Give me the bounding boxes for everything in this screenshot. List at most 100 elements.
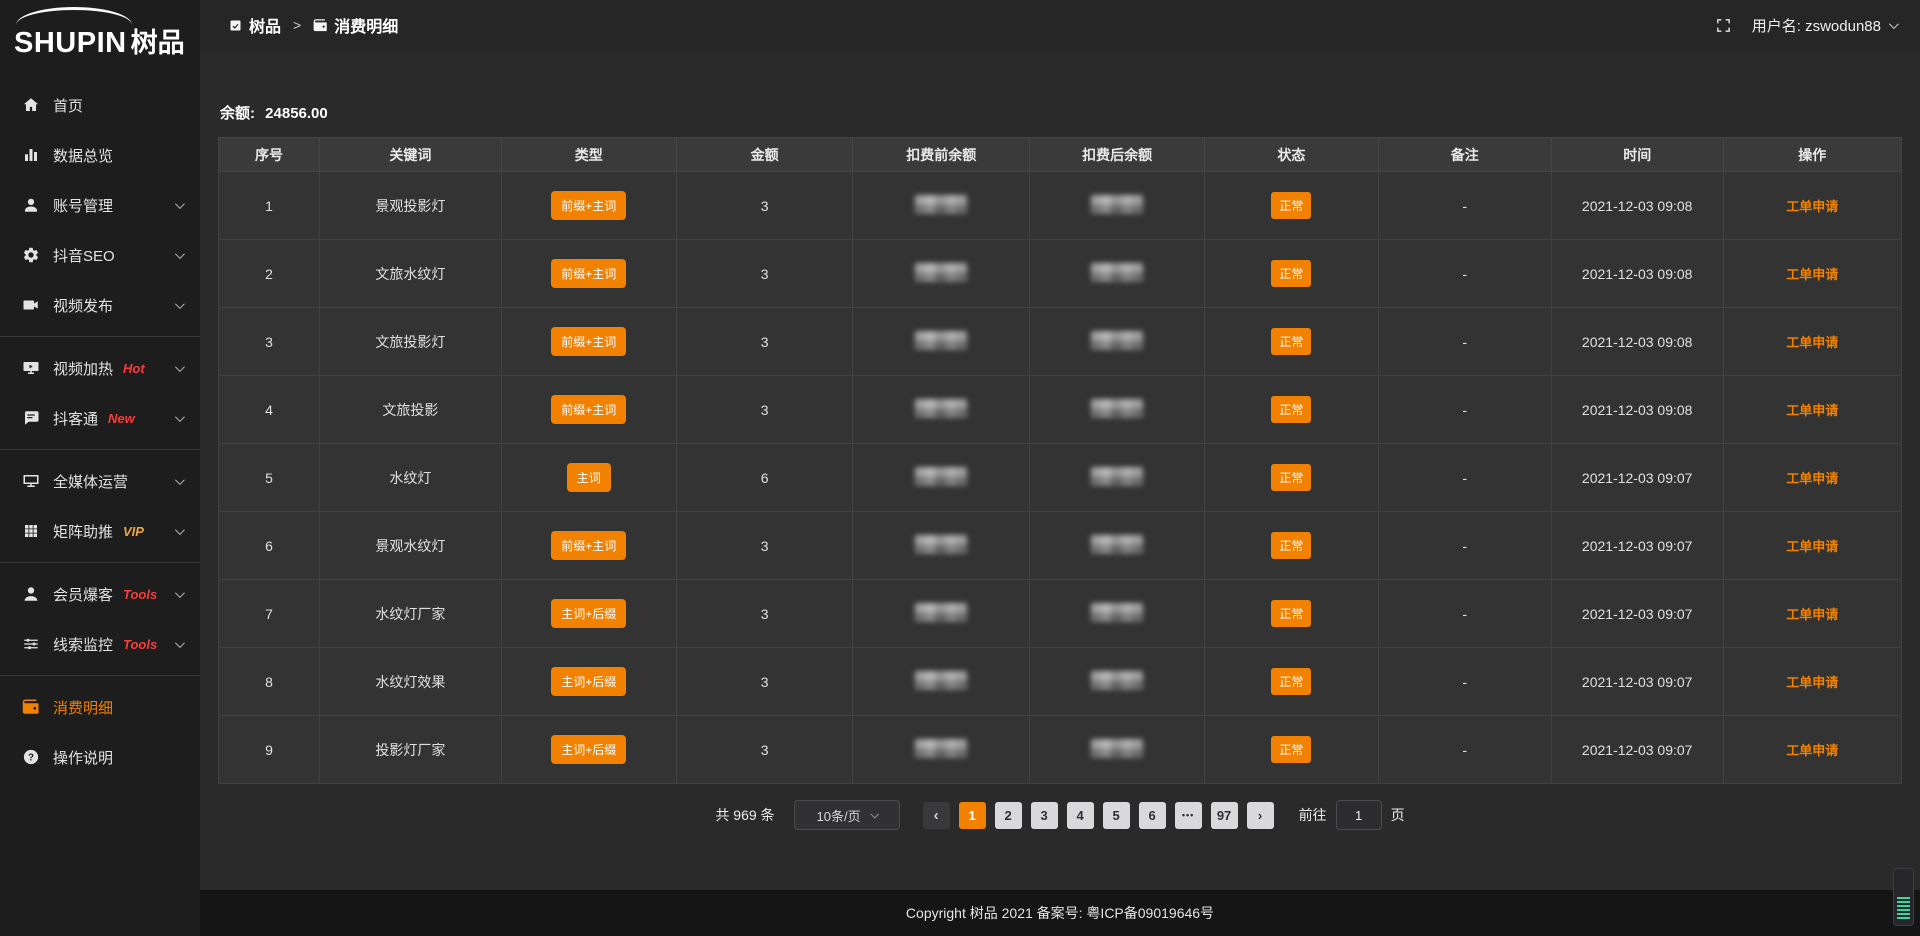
sidebar-item-account-management[interactable]: 账号管理: [0, 180, 200, 230]
cell-balance-after: [1030, 716, 1205, 784]
cell-amount: 3: [676, 172, 853, 240]
page-button-97[interactable]: 97: [1211, 802, 1238, 829]
sidebar-section: 消费明细?操作说明: [0, 675, 200, 788]
cell-time: 2021-12-03 09:07: [1551, 444, 1723, 512]
breadcrumb: 树品 > 消费明细: [228, 13, 398, 37]
username-dropdown[interactable]: 用户名: zswodun88: [1752, 15, 1896, 36]
page-size-select[interactable]: 10条/页: [794, 800, 900, 830]
page-button-1[interactable]: 1: [959, 802, 986, 829]
chevron-down-icon: [175, 249, 185, 259]
brand-logo[interactable]: SHUPIN 树品: [0, 0, 200, 72]
cell-keyword: 景观投影灯: [319, 172, 501, 240]
work-order-link[interactable]: 工单申请: [1786, 471, 1838, 486]
goto-page-input[interactable]: [1336, 800, 1382, 830]
pagination-total: 共 969 条: [715, 805, 774, 825]
cell-seq: 8: [219, 648, 320, 716]
logo-arc: [16, 7, 132, 25]
work-order-link[interactable]: 工单申请: [1786, 335, 1838, 350]
masked-value: [915, 195, 967, 214]
sidebar-item-label: 视频发布: [53, 295, 113, 316]
cell-type: 主词: [501, 444, 676, 512]
wallet-icon: [22, 698, 40, 716]
member-icon: [22, 585, 40, 603]
fullscreen-icon[interactable]: [1715, 17, 1732, 34]
status-badge: 正常: [1271, 192, 1311, 219]
cell-action: 工单申请: [1723, 648, 1901, 716]
cell-keyword: 水纹灯: [319, 444, 501, 512]
widget-stripes-icon: [1897, 897, 1910, 921]
masked-value: [915, 263, 967, 282]
cell-action: 工单申请: [1723, 308, 1901, 376]
page-button-6[interactable]: 6: [1139, 802, 1166, 829]
sidebar-item-label: 抖音SEO: [53, 245, 115, 266]
floating-widget[interactable]: [1893, 868, 1914, 926]
page-button-3[interactable]: 3: [1031, 802, 1058, 829]
cell-balance-after: [1030, 376, 1205, 444]
breadcrumb-item-root[interactable]: 树品: [228, 13, 281, 37]
cell-balance-after: [1030, 240, 1205, 308]
next-page-button[interactable]: ›: [1247, 802, 1274, 829]
work-order-link[interactable]: 工单申请: [1786, 675, 1838, 690]
page-button-4[interactable]: 4: [1067, 802, 1094, 829]
table-row: 9投影灯厂家主词+后缀3正常-2021-12-03 09:07工单申请: [219, 716, 1902, 784]
type-badge: 主词+后缀: [551, 599, 626, 628]
sidebar-item-label: 首页: [53, 95, 83, 116]
work-order-link[interactable]: 工单申请: [1786, 607, 1838, 622]
type-badge: 前缀+主词: [551, 259, 626, 288]
sidebar-item-video-heat[interactable]: 视频加热Hot: [0, 343, 200, 393]
cell-remark: -: [1378, 376, 1551, 444]
cell-status: 正常: [1205, 240, 1378, 308]
cell-keyword: 水纹灯厂家: [319, 580, 501, 648]
sidebar-item-douyin-seo[interactable]: 抖音SEO: [0, 230, 200, 280]
sidebar-item-video-publish[interactable]: 视频发布: [0, 280, 200, 330]
work-order-link[interactable]: 工单申请: [1786, 743, 1838, 758]
balance-value: 24856.00: [265, 105, 328, 122]
cell-time: 2021-12-03 09:07: [1551, 580, 1723, 648]
prev-page-button[interactable]: ‹: [923, 802, 950, 829]
sidebar-item-home[interactable]: 首页: [0, 80, 200, 130]
masked-value: [915, 739, 967, 758]
masked-value: [1091, 671, 1143, 690]
page-button-2[interactable]: 2: [995, 802, 1022, 829]
cell-type: 前缀+主词: [501, 512, 676, 580]
cell-type: 主词+后缀: [501, 580, 676, 648]
chevron-down-icon: [870, 810, 878, 818]
more-pages-button[interactable]: •••: [1175, 802, 1202, 829]
cell-balance-before: [853, 240, 1030, 308]
work-order-link[interactable]: 工单申请: [1786, 403, 1838, 418]
column-header: 状态: [1205, 138, 1378, 172]
page-buttons: 123456 ••• 97: [959, 802, 1238, 829]
masked-value: [915, 467, 967, 486]
monitor-icon: [22, 472, 40, 490]
table-row: 6景观水纹灯前缀+主词3正常-2021-12-03 09:07工单申请: [219, 512, 1902, 580]
sidebar-item-douketong[interactable]: 抖客通New: [0, 393, 200, 443]
cell-balance-after: [1030, 172, 1205, 240]
sidebar-item-clue-monitor[interactable]: 线索监控Tools: [0, 619, 200, 669]
sidebar-item-data-overview[interactable]: 数据总览: [0, 130, 200, 180]
work-order-link[interactable]: 工单申请: [1786, 539, 1838, 554]
chevron-down-icon: [175, 638, 185, 648]
sidebar-section: 全媒体运营矩阵助推VIP: [0, 449, 200, 562]
cell-time: 2021-12-03 09:07: [1551, 716, 1723, 784]
chevron-down-icon: [175, 199, 185, 209]
cell-remark: -: [1378, 444, 1551, 512]
cell-action: 工单申请: [1723, 716, 1901, 784]
type-badge: 前缀+主词: [551, 395, 626, 424]
sidebar-item-member-baoke[interactable]: 会员爆客Tools: [0, 569, 200, 619]
page-button-5[interactable]: 5: [1103, 802, 1130, 829]
cell-action: 工单申请: [1723, 172, 1901, 240]
sidebar-item-matrix-boost[interactable]: 矩阵助推VIP: [0, 506, 200, 556]
goto-suffix: 页: [1391, 805, 1405, 825]
sidebar-item-all-media-operation[interactable]: 全媒体运营: [0, 456, 200, 506]
cell-remark: -: [1378, 512, 1551, 580]
cell-seq: 5: [219, 444, 320, 512]
question-icon: ?: [22, 748, 40, 766]
work-order-link[interactable]: 工单申请: [1786, 199, 1838, 214]
cell-remark: -: [1378, 648, 1551, 716]
table-row: 3文旅投影灯前缀+主词3正常-2021-12-03 09:08工单申请: [219, 308, 1902, 376]
cell-type: 前缀+主词: [501, 376, 676, 444]
sidebar-item-operation-guide[interactable]: ?操作说明: [0, 732, 200, 782]
cell-time: 2021-12-03 09:07: [1551, 512, 1723, 580]
sidebar-item-consumption-detail[interactable]: 消费明细: [0, 682, 200, 732]
work-order-link[interactable]: 工单申请: [1786, 267, 1838, 282]
